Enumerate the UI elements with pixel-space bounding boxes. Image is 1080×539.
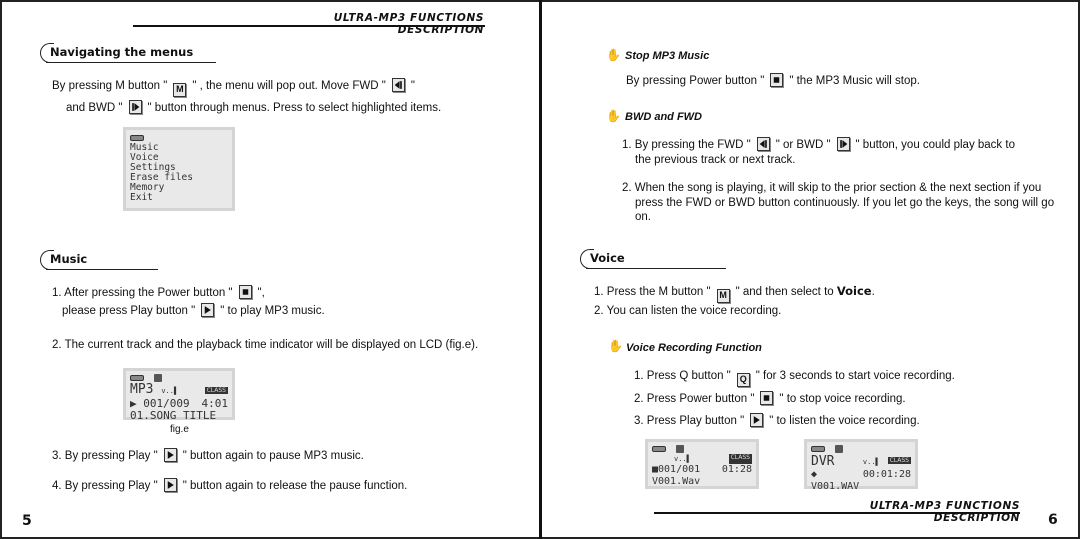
signal-icon: v..▌	[862, 458, 880, 466]
menu-lcd-display: Music Voice Settings Erase files Memory …	[123, 127, 235, 211]
section-title: Music	[50, 252, 88, 266]
stop-text: By pressing Power button " " the MP3 Musi…	[626, 73, 920, 87]
battery-icon	[652, 445, 666, 452]
play-button-icon	[201, 303, 215, 317]
class-badge: CLASS	[887, 457, 911, 464]
battery-icon	[811, 445, 825, 452]
fig-e-lcd-display: MP3 v..▌ CLASS ▶ 001/009 4:01 01.SONG TI…	[123, 368, 235, 422]
section-title: Navigating the menus	[50, 45, 194, 59]
power-button-icon	[770, 73, 784, 87]
page-number: 6	[1048, 512, 1058, 528]
q-button-icon: Q	[736, 373, 750, 387]
song-title: 01.SONG TITLE	[130, 409, 217, 422]
bwd-fwd-step-1-cont: the previous track or next track.	[635, 154, 796, 166]
play-button-icon	[163, 448, 177, 462]
bwd-fwd-step-1: 1. By pressing the FWD " " or BWD " " butt…	[622, 137, 1015, 151]
hand-pointer-icon: ✋	[606, 48, 621, 62]
section-voice: Voice	[580, 249, 726, 269]
play-button-icon	[163, 478, 177, 492]
hand-pointer-icon: ✋	[608, 339, 623, 353]
power-button-icon	[238, 285, 252, 299]
file-name: V001.Wav	[652, 476, 701, 487]
play-button-icon	[750, 413, 764, 427]
voice-step-2: 2. You can listen the voice recording.	[594, 305, 782, 317]
record-indicator: ◆	[811, 469, 818, 480]
music-step-4: 4. By pressing Play " " button again to r…	[52, 478, 408, 492]
voice-play-lcd-display: v..▌ CLASS ■001/001 01:28 V001.Wav	[645, 439, 759, 489]
fwd-button-icon	[756, 137, 770, 151]
battery-icon	[130, 134, 144, 141]
voice-rec-step-2: 2. Press Power button " " to stop voice r…	[634, 391, 906, 405]
record-time: 00:01:28	[862, 469, 911, 480]
nav-line-1: By pressing M button " M " , the menu will…	[52, 78, 415, 97]
dvr-lcd-display: DVR v..▌ CLASS ◆ 00:01:28 V001.WAV	[804, 439, 918, 492]
subsection-title: BWD and FWD	[625, 111, 702, 123]
section-title: Voice	[590, 251, 625, 265]
footer-rule	[654, 512, 1020, 514]
fwd-button-icon	[391, 78, 405, 92]
class-badge: CLASS	[204, 387, 228, 394]
signal-icon: v..▌	[161, 387, 179, 395]
header-title: ULTRA-MP3 FUNCTIONS DESCRIPTION	[333, 12, 484, 36]
voice-rec-step-3: 3. Press Play button " " to listen the vo…	[634, 413, 920, 427]
signal-icon: v..▌	[674, 455, 691, 463]
menu-item: Exit	[130, 192, 153, 203]
voice-rec-step-1: 1. Press Q button " Q " for 3 seconds to s…	[634, 369, 955, 387]
music-step-2: 2. The current track and the playback ti…	[52, 339, 479, 351]
record-icon	[676, 444, 684, 453]
music-step-1b: please press Play button " " to play MP3 …	[62, 303, 325, 317]
power-button-icon	[760, 391, 774, 405]
section-navigating-menus: Navigating the menus	[40, 43, 216, 63]
music-step-1a: 1. After pressing the Power button " ",	[52, 285, 265, 299]
voice-step-1: 1. Press the M button " M " and then selec…	[594, 284, 875, 303]
track-counter: ■001/001	[652, 464, 701, 475]
class-badge: CLASS	[728, 454, 752, 464]
nav-line-2: and BWD " " button through menus. Press t…	[66, 100, 442, 114]
page-6: ✋ Stop MP3 Music By pressing Power butto…	[542, 0, 1080, 539]
play-time: 01:28	[721, 464, 752, 475]
figure-caption: fig.e	[170, 424, 189, 435]
m-button-icon: M	[173, 83, 187, 97]
record-icon	[835, 444, 843, 453]
page-number: 5	[22, 513, 32, 529]
file-name: V001.WAV	[811, 481, 860, 492]
page-5: ULTRA-MP3 FUNCTIONS DESCRIPTION Navigati…	[0, 0, 540, 539]
bwd-button-icon	[128, 100, 142, 114]
bwd-button-icon	[836, 137, 850, 151]
mode-label: DVR	[811, 454, 835, 469]
header-rule	[133, 25, 485, 27]
m-button-icon: M	[716, 289, 730, 303]
subsection-title: Stop MP3 Music	[625, 50, 710, 62]
subsection-title: Voice Recording Function	[626, 342, 762, 354]
record-icon	[154, 373, 162, 382]
hand-pointer-icon: ✋	[606, 109, 621, 123]
music-step-3: 3. By pressing Play " " button again to p…	[52, 448, 364, 462]
bwd-fwd-step-2: 2. When the song is playing, it will ski…	[622, 182, 1055, 223]
battery-icon	[130, 374, 144, 381]
section-music: Music	[40, 250, 158, 270]
mode-label: MP3	[130, 382, 154, 397]
